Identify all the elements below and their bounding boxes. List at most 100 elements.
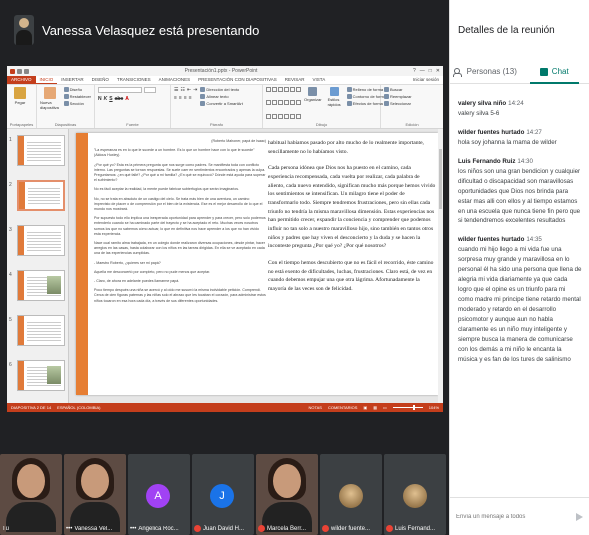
- slide-paragraph: - Maestro Roberto, ¿quieres ser mi papá?: [94, 260, 161, 265]
- chat-compose: [450, 497, 589, 535]
- find-icon: [384, 87, 389, 92]
- participant-name-row: ••• Angelica Roc...: [130, 526, 188, 532]
- ribbon-group-drawing: Organizar Estilos rápidos Relleno de for…: [263, 85, 386, 128]
- participant-tile[interactable]: ••• Vanessa Vel...: [64, 454, 126, 535]
- font-color-icon: A: [125, 96, 129, 102]
- ribbon-group-clipboard: Pegar Portapapeles: [7, 85, 37, 128]
- slide-paragraph: Con el tiempo hemos descubierto que no e…: [268, 259, 434, 292]
- thumbnail-text: [27, 230, 61, 251]
- participant-name-row: Luis Fernand...: [386, 525, 444, 532]
- ppt-tab: DISEÑO: [91, 77, 109, 82]
- participant-name: Angelica Roc...: [138, 526, 179, 532]
- strike-icon: abc: [114, 96, 124, 102]
- tab-people[interactable]: Personas (13): [450, 60, 520, 83]
- slide-left-column: (Roberto Mahoner, papá de Isaac) "La esp…: [94, 139, 266, 308]
- tab-people-label: Personas (13): [466, 67, 517, 76]
- chat-time: 14:30: [517, 157, 533, 165]
- ppt-signin: Iniciar sesión: [412, 77, 439, 82]
- participant-tile[interactable]: A ••• Angelica Roc...: [128, 454, 190, 535]
- slide-thumbnail: [17, 135, 65, 166]
- paste-button: Pegar: [10, 87, 30, 105]
- chat-input[interactable]: [456, 513, 576, 520]
- indent-icon: ⇤: [186, 87, 192, 93]
- participant-tile[interactable]: wilder fuente...: [320, 454, 382, 535]
- chat-icon: [539, 67, 548, 76]
- participant-tile[interactable]: Luis Fernand...: [384, 454, 446, 535]
- bold-icon: N: [98, 96, 102, 102]
- ppt-ribbon: Pegar Portapapeles Nueva diapositiva Dis…: [7, 85, 443, 129]
- presenter-bar: Vanessa Velasquez está presentando: [0, 0, 449, 60]
- slide-thumbnail: [17, 315, 65, 346]
- participant-tile[interactable]: J Juan David H...: [192, 454, 254, 535]
- slide-thumbnails: 1 2 3 4 5 6: [7, 129, 69, 403]
- thumbnail-number: 5: [9, 317, 12, 323]
- arrange-icon: [308, 87, 318, 96]
- notes-button: NOTAS: [308, 405, 322, 410]
- participant-name: Juan David H...: [203, 525, 245, 532]
- slide-paragraph: "La esperanza es en lo que le sucede a u…: [94, 148, 255, 158]
- send-icon[interactable]: [576, 512, 584, 521]
- slide-thumbnail: [17, 360, 65, 391]
- quick-access-toolbar: [10, 68, 29, 74]
- window-control-3: ✕: [435, 68, 440, 74]
- participant-tile[interactable]: Marcela Berr...: [256, 454, 318, 535]
- more-icon: •••: [130, 526, 137, 532]
- select-button: Seleccionar: [384, 101, 440, 106]
- reset-button: Restablecer: [63, 94, 91, 99]
- shapes-gallery: [266, 87, 301, 126]
- tab-chat[interactable]: Chat: [520, 60, 589, 84]
- slide-paragraph: No, no se trata en absoluto de un castig…: [94, 196, 263, 212]
- slide-paragraph: Poco tiempo después una niña se acercó y…: [94, 288, 266, 303]
- group-label: Edición: [405, 122, 419, 127]
- window-controls: ? — □ ✕: [413, 68, 440, 74]
- ribbon-group-editing: Buscar Reemplazar Seleccionar Edición: [381, 85, 443, 128]
- slide-scrollbar: [438, 129, 443, 403]
- participant-name: Luis Fernand...: [395, 525, 436, 532]
- thumbnail-text: [27, 320, 61, 341]
- slide-paragraph: habitual habíamos pasado por alto mucho …: [268, 140, 424, 155]
- thumbnail-accent: [18, 226, 24, 255]
- slide-counter: DIAPOSITIVA 2 DE 14: [11, 405, 52, 410]
- thumbnail-number: 4: [9, 272, 12, 278]
- window-control-1: —: [419, 68, 425, 74]
- participant-face: [273, 464, 301, 498]
- meeting-details-panel: Detalles de la reunión Personas (13) Cha…: [449, 0, 589, 535]
- participant-tile[interactable]: Tú: [0, 454, 62, 535]
- participant-strip: Tú ••• Vanessa Vel... A ••• Angelica Roc... J J…: [0, 454, 449, 535]
- chat-message: Luis Fernando Ruiz 14:30 los niños son una…: [458, 158, 582, 227]
- group-label: Fuente: [126, 122, 139, 127]
- window-control-2: □: [428, 68, 432, 74]
- thumbnail-accent: [18, 136, 24, 165]
- thumbnail-number: 1: [9, 137, 12, 143]
- ppt-tab: INSERTAR: [61, 77, 84, 82]
- group-label: Dibujo: [315, 122, 328, 127]
- participant-avatar: A: [146, 484, 170, 508]
- ppt-window-title: Presentación1.pptx - PowerPoint: [184, 68, 258, 74]
- participant-name: Tú: [2, 526, 10, 532]
- quick-styles-button: Estilos rápidos: [328, 87, 341, 126]
- chat-message: wilder fuentes hurtado 14:27 hola soy joha…: [458, 129, 582, 148]
- bullets-icon: ☰: [174, 87, 179, 93]
- section-button: Sección: [63, 101, 91, 106]
- more-icon: •••: [66, 526, 73, 532]
- thumbnail-number: 6: [9, 362, 12, 368]
- thumbnail-photo: [47, 276, 61, 294]
- participant-face: [81, 464, 109, 498]
- underline-icon: S: [109, 96, 113, 102]
- slide-paragraph: ¿Por qué yo? Esta es la primera pregunta…: [94, 162, 266, 183]
- ppt-tab: ANIMACIONES: [158, 77, 191, 82]
- panel-title: Detalles de la reunión: [458, 24, 555, 36]
- chat-messages[interactable]: valery silva niño 14:24 valery silva 5-6 wi…: [450, 100, 589, 500]
- ppt-tab: REVISAR: [284, 77, 305, 82]
- ppt-logo-icon: [10, 68, 15, 74]
- thumbnail-accent: [18, 316, 24, 345]
- panel-tabs: Personas (13) Chat: [450, 60, 589, 84]
- ppt-workspace: 1 2 3 4 5 6 (Roberto Mahoner, papá de Isaac) …: [7, 129, 443, 403]
- ppt-titlebar: Presentación1.pptx - PowerPoint ? — □ ✕: [7, 66, 443, 76]
- text-direction-button: Dirección del texto: [200, 87, 242, 92]
- window-control-0: ?: [412, 68, 416, 74]
- mic-off-icon: [386, 525, 393, 532]
- layout-button: Diseño: [63, 87, 91, 92]
- slide-thumbnail: [17, 225, 65, 256]
- slide-paragraph: Cada persona idónea que Dios nos ha pues…: [268, 165, 436, 250]
